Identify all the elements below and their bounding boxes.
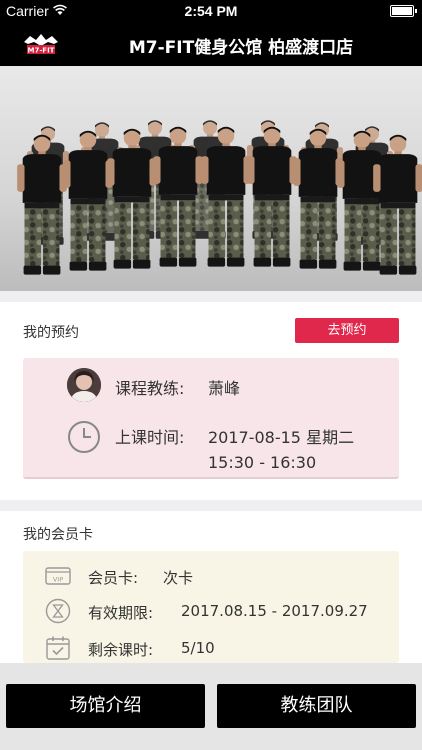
remaining-label: 剩余课时: bbox=[88, 641, 154, 659]
logo-icon: M7-FIT bbox=[24, 34, 58, 55]
nav-bar: M7-FIT M7-FIT健身公馆 柏盛渡口店 bbox=[0, 22, 422, 66]
status-time: 2:54 PM bbox=[184, 3, 238, 19]
card-type-label: 会员卡: bbox=[88, 569, 139, 587]
status-bar: Carrier 2:54 PM bbox=[0, 0, 422, 22]
battery-icon bbox=[390, 5, 417, 17]
hero-image bbox=[0, 66, 422, 291]
logo-text: M7-FIT bbox=[28, 47, 55, 55]
time-label: 上课时间: bbox=[115, 428, 185, 447]
venue-intro-button[interactable]: 场馆介绍 bbox=[6, 684, 205, 728]
vip-card-icon-text: VIP bbox=[53, 576, 63, 584]
page-title: M7-FIT健身公馆 柏盛渡口店 bbox=[128, 38, 354, 58]
membership-card[interactable]: VIP 会员卡: 次卡 有效期限: 2017.08.15 - 2017.09.2… bbox=[23, 551, 399, 663]
vip-card-icon: VIP bbox=[45, 567, 71, 585]
coach-name: 萧峰 bbox=[208, 379, 241, 398]
hero-group-photo bbox=[17, 120, 422, 275]
appointment-section-title: 我的预约 bbox=[23, 325, 79, 341]
class-time-range: 15:30 - 16:30 bbox=[208, 453, 317, 472]
book-button[interactable]: 去预约 bbox=[295, 318, 399, 343]
calendar-check-icon bbox=[46, 636, 70, 660]
membership-section-title: 我的会员卡 bbox=[23, 527, 93, 543]
remaining-value: 5/10 bbox=[181, 639, 215, 657]
clock-icon bbox=[68, 421, 100, 453]
appointment-card[interactable]: 课程教练: 萧峰 上课时间: 2017-08-15 星期二 15:30 - 16… bbox=[23, 358, 399, 479]
card-type-value: 次卡 bbox=[163, 569, 194, 587]
section-divider bbox=[0, 500, 422, 511]
coach-team-button[interactable]: 教练团队 bbox=[217, 684, 416, 728]
class-date: 2017-08-15 星期二 bbox=[208, 428, 355, 447]
avatar bbox=[67, 368, 101, 402]
validity-value: 2017.08.15 - 2017.09.27 bbox=[181, 602, 368, 620]
hourglass-icon bbox=[45, 598, 71, 624]
section-divider bbox=[0, 291, 422, 302]
validity-label: 有效期限: bbox=[88, 604, 154, 622]
coach-label: 课程教练: bbox=[115, 379, 185, 398]
